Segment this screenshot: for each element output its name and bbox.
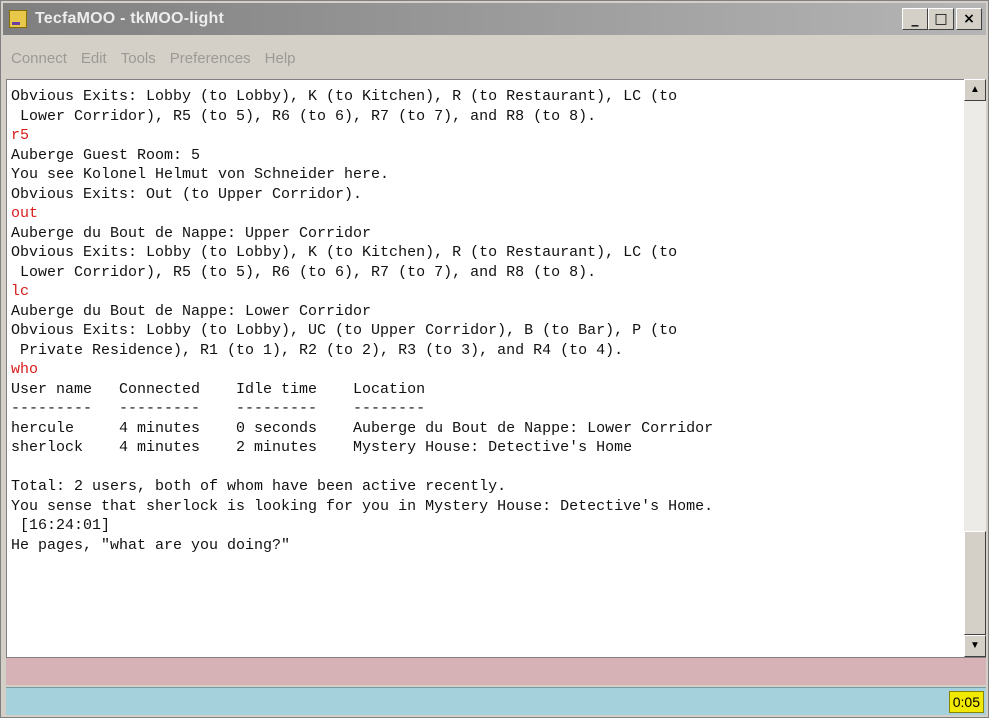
output-line: Auberge Guest Room: 5 xyxy=(11,146,201,164)
output-line: --------- --------- --------- -------- xyxy=(11,400,426,417)
scroll-down-icon[interactable]: ▼ xyxy=(964,635,986,657)
title-bar[interactable]: TecfaMOO - tkMOO-light _ □ × xyxy=(3,3,986,35)
command-echo-line: out xyxy=(11,205,39,222)
output-line: User name Connected Idle time Location xyxy=(11,380,426,398)
output-line: Obvious Exits: Lobby (to Lobby), K (to K… xyxy=(11,88,678,105)
menu-bar: Connect Edit Tools Preferences Help xyxy=(3,45,986,71)
menu-preferences[interactable]: Preferences xyxy=(170,50,251,67)
output-line: Auberge du Bout de Nappe: Lower Corridor xyxy=(11,302,372,320)
command-echo-line: who xyxy=(11,361,39,378)
output-line: hercule 4 minutes 0 seconds Auberge du B… xyxy=(11,419,714,437)
output-line: Obvious Exits: Lobby (to Lobby), UC (to … xyxy=(11,322,678,339)
menu-help[interactable]: Help xyxy=(265,50,296,67)
output-pane[interactable]: Obvious Exits: Lobby (to Lobby), K (to K… xyxy=(6,79,964,657)
scroll-thumb[interactable] xyxy=(964,531,986,635)
output-line: [16:24:01] xyxy=(11,517,111,534)
output-line: Auberge du Bout de Nappe: Upper Corridor xyxy=(11,224,372,242)
output-line: Obvious Exits: Out (to Upper Corridor). xyxy=(11,185,363,203)
menu-tools[interactable]: Tools xyxy=(121,50,156,67)
app-window: TecfaMOO - tkMOO-light _ □ × Connect Edi… xyxy=(0,0,989,718)
output-line: You sense that sherlock is looking for y… xyxy=(11,497,714,515)
output-line: sherlock 4 minutes 2 minutes Mystery Hou… xyxy=(11,439,633,456)
minimize-button[interactable]: _ xyxy=(902,8,928,30)
output-line: Obvious Exits: Lobby (to Lobby), K (to K… xyxy=(11,244,678,261)
output-line: Private Residence), R1 (to 1), R2 (to 2)… xyxy=(11,341,624,359)
status-bar: 0:05 xyxy=(6,687,986,715)
window-controls: _ □ × xyxy=(902,8,982,30)
window-title: TecfaMOO - tkMOO-light xyxy=(35,10,224,27)
output-line: Total: 2 users, both of whom have been a… xyxy=(11,478,507,495)
output-line: He pages, "what are you doing?" xyxy=(11,536,291,554)
command-echo-line: r5 xyxy=(11,127,30,144)
output-line: Lower Corridor), R5 (to 5), R6 (to 6), R… xyxy=(11,263,597,281)
scroll-up-icon[interactable]: ▲ xyxy=(964,79,986,101)
output-line: You see Kolonel Helmut von Schneider her… xyxy=(11,166,390,183)
command-echo-line: lc xyxy=(11,283,30,300)
command-input[interactable] xyxy=(6,657,986,685)
vertical-scrollbar[interactable]: ▲ ▼ xyxy=(964,79,986,657)
session-timer: 0:05 xyxy=(948,691,984,713)
menu-connect[interactable]: Connect xyxy=(11,50,67,67)
close-button[interactable]: × xyxy=(956,8,982,30)
maximize-button[interactable]: □ xyxy=(928,8,954,30)
output-line: Lower Corridor), R5 (to 5), R6 (to 6), R… xyxy=(11,107,597,125)
app-icon xyxy=(9,10,27,28)
menu-edit[interactable]: Edit xyxy=(81,50,107,67)
